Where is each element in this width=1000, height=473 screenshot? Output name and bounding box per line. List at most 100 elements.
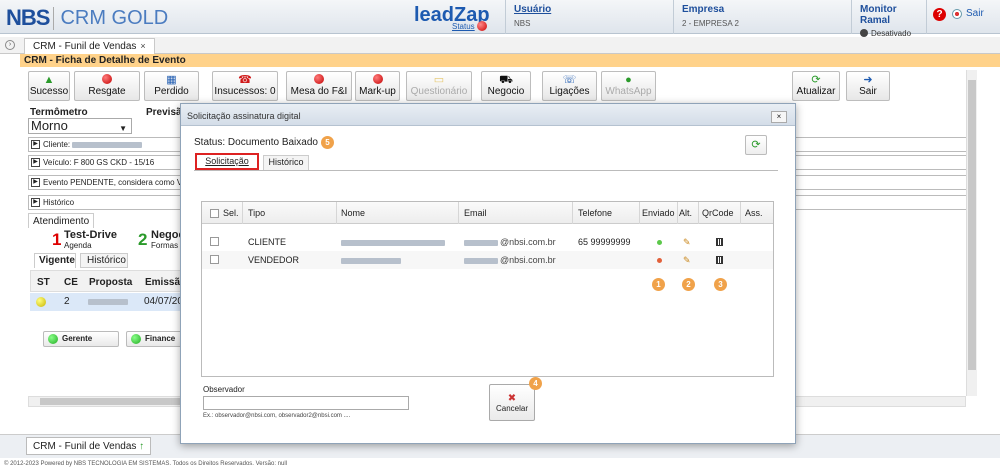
- expand-icon[interactable]: ▶: [31, 140, 40, 149]
- vertical-scroll-thumb[interactable]: [968, 80, 976, 370]
- annotation-badge-5: 5: [321, 136, 334, 149]
- close-icon[interactable]: ×: [771, 111, 787, 123]
- mesa-fi-label: Mesa do F&I: [290, 86, 348, 97]
- empresa-panel: Empresa 2 - EMPRESA 2: [673, 0, 849, 34]
- observador-hint: Ex.: observador@nbsi.com, observador2@nb…: [203, 413, 351, 419]
- tab-atendimento[interactable]: Atendimento: [28, 213, 94, 228]
- red-circle-icon: [75, 74, 139, 86]
- col-sel: Sel.: [223, 208, 239, 218]
- step-2-number: 2: [138, 230, 148, 249]
- dialog-title: Solicitação assinatura digital: [181, 104, 795, 126]
- finance-button[interactable]: Finance: [126, 331, 182, 347]
- termometro-label: Termômetro: [30, 107, 88, 118]
- crm-gold-logo: CRM GOLD: [53, 6, 168, 30]
- signers-grid: Sel. Tipo Nome Email Telefone Enviado Al…: [201, 201, 774, 377]
- usuario-panel[interactable]: Usuário NBS: [505, 0, 671, 34]
- exit-icon: ➜: [863, 74, 873, 86]
- logout-link[interactable]: Sair: [966, 8, 984, 19]
- gerente-button[interactable]: Gerente: [43, 331, 119, 347]
- sucesso-button[interactable]: ▲ Sucesso: [28, 71, 70, 101]
- veiculo-text: Veículo: F 800 GS CKD - 15/16: [43, 158, 155, 167]
- whatsapp-button[interactable]: ● WhatsApp: [601, 71, 656, 101]
- col-tipo: Tipo: [248, 208, 266, 218]
- tab-historico-left[interactable]: Histórico: [80, 253, 128, 268]
- monitor-ramal-title: Monitor Ramal: [860, 4, 897, 26]
- col-alt: Alt.: [679, 208, 693, 218]
- logout-icon[interactable]: [952, 9, 962, 19]
- sair-button[interactable]: ➜ Sair: [846, 71, 890, 101]
- tab-funil-vendas[interactable]: CRM - Funil de Vendas ×: [24, 38, 155, 54]
- proposta-row[interactable]: 2 04/07/202: [30, 293, 189, 311]
- insucessos-label: Insucessos: 0: [214, 86, 276, 97]
- col-telefone: Telefone: [578, 208, 613, 218]
- mesa-fi-button[interactable]: Mesa do F&I: [286, 71, 352, 101]
- annotation-badge-3: 3: [714, 278, 727, 291]
- folder-icon: ▭: [433, 74, 445, 86]
- row-tipo: CLIENTE: [248, 237, 287, 247]
- tab-close-icon[interactable]: ×: [140, 41, 145, 51]
- edit-icon[interactable]: ✎: [683, 237, 691, 248]
- nbs-logo: NBS: [6, 5, 50, 30]
- cancelar-label: Cancelar: [495, 404, 528, 413]
- col-qrcode: QrCode: [702, 208, 734, 218]
- insucessos-button[interactable]: ☎ Insucessos: 0: [212, 71, 278, 101]
- whatsapp-label: WhatsApp: [605, 86, 652, 97]
- perdido-button[interactable]: ▦ Perdido: [144, 71, 199, 101]
- questionario-button[interactable]: ▭ Questionário: [406, 71, 472, 101]
- edit-icon[interactable]: ✎: [683, 255, 691, 266]
- qrcode-icon[interactable]: [716, 238, 723, 246]
- tab-solicitacao[interactable]: Solicitação: [195, 153, 259, 170]
- tab-historico[interactable]: Histórico: [263, 155, 309, 170]
- row-nome-redacted: [341, 240, 445, 246]
- calendar-icon: ▦: [166, 74, 177, 86]
- row-checkbox[interactable]: [210, 237, 219, 246]
- row-nome-redacted: [341, 258, 401, 264]
- refresh-button[interactable]: ⟳: [745, 135, 767, 155]
- termometro-select[interactable]: Morno ▼: [28, 118, 132, 134]
- footer-tab[interactable]: CRM - Funil de Vendas ↑: [26, 437, 152, 455]
- negocio-button[interactable]: ⛟ Negocio: [481, 71, 531, 101]
- col-nome: Nome: [341, 208, 366, 218]
- green-status-icon: [48, 334, 58, 344]
- footer-tab-label: CRM - Funil de Vendas: [33, 441, 137, 452]
- red-ball-icon: [287, 74, 351, 86]
- ligacoes-label: Ligações: [549, 86, 590, 97]
- tab-vigente[interactable]: Vigente: [34, 253, 76, 268]
- help-icon[interactable]: ?: [933, 8, 946, 21]
- col-email: Email: [464, 208, 487, 218]
- phone-icon: ☎: [238, 74, 252, 86]
- section-title: CRM - Ficha de Detalhe de Evento: [24, 55, 186, 66]
- row-proposta-redacted: [88, 299, 128, 305]
- ligacoes-button[interactable]: ☏ Ligações: [542, 71, 597, 101]
- leadzap-status-link[interactable]: Status: [452, 22, 475, 31]
- atualizar-button[interactable]: ⟳ Atualizar: [792, 71, 840, 101]
- resgate-label: Resgate: [88, 86, 126, 97]
- collapse-menu-icon[interactable]: ›: [5, 40, 15, 50]
- observador-input[interactable]: [203, 396, 409, 410]
- row-email: @nbsi.com.br: [500, 237, 556, 247]
- expand-icon[interactable]: ▶: [31, 158, 40, 167]
- usuario-title[interactable]: Usuário: [514, 4, 671, 15]
- section-title-bar: CRM - Ficha de Detalhe de Evento: [20, 54, 1000, 67]
- row-checkbox[interactable]: [210, 255, 219, 264]
- perdido-label: Perdido: [154, 86, 189, 97]
- step-1-sub: Agenda: [64, 241, 92, 250]
- markup-button[interactable]: Mark-up: [355, 71, 400, 101]
- grid-row-vendedor[interactable]: VENDEDOR @nbsi.com.br ✎: [202, 251, 773, 269]
- finance-label: Finance: [145, 334, 176, 343]
- qrcode-icon[interactable]: [716, 256, 723, 264]
- col-st: ST: [37, 277, 50, 288]
- expand-icon[interactable]: ▶: [31, 178, 40, 187]
- gerente-label: Gerente: [62, 334, 93, 343]
- document-status: Status: Documento Baixado: [194, 137, 318, 148]
- empresa-title: Empresa: [682, 4, 725, 15]
- grid-header: Sel. Tipo Nome Email Telefone Enviado Al…: [202, 202, 773, 224]
- resgate-button[interactable]: Resgate: [74, 71, 140, 101]
- step-2-sub: Formas I: [151, 241, 183, 250]
- select-all-checkbox[interactable]: [210, 209, 219, 218]
- termometro-value: Morno: [31, 118, 68, 133]
- grid-row-cliente[interactable]: CLIENTE @nbsi.com.br 65 99999999 ✎: [202, 233, 773, 251]
- cancelar-button[interactable]: ✖ Cancelar: [489, 384, 535, 421]
- expand-icon[interactable]: ▶: [31, 198, 40, 207]
- sucesso-label: Sucesso: [29, 86, 69, 97]
